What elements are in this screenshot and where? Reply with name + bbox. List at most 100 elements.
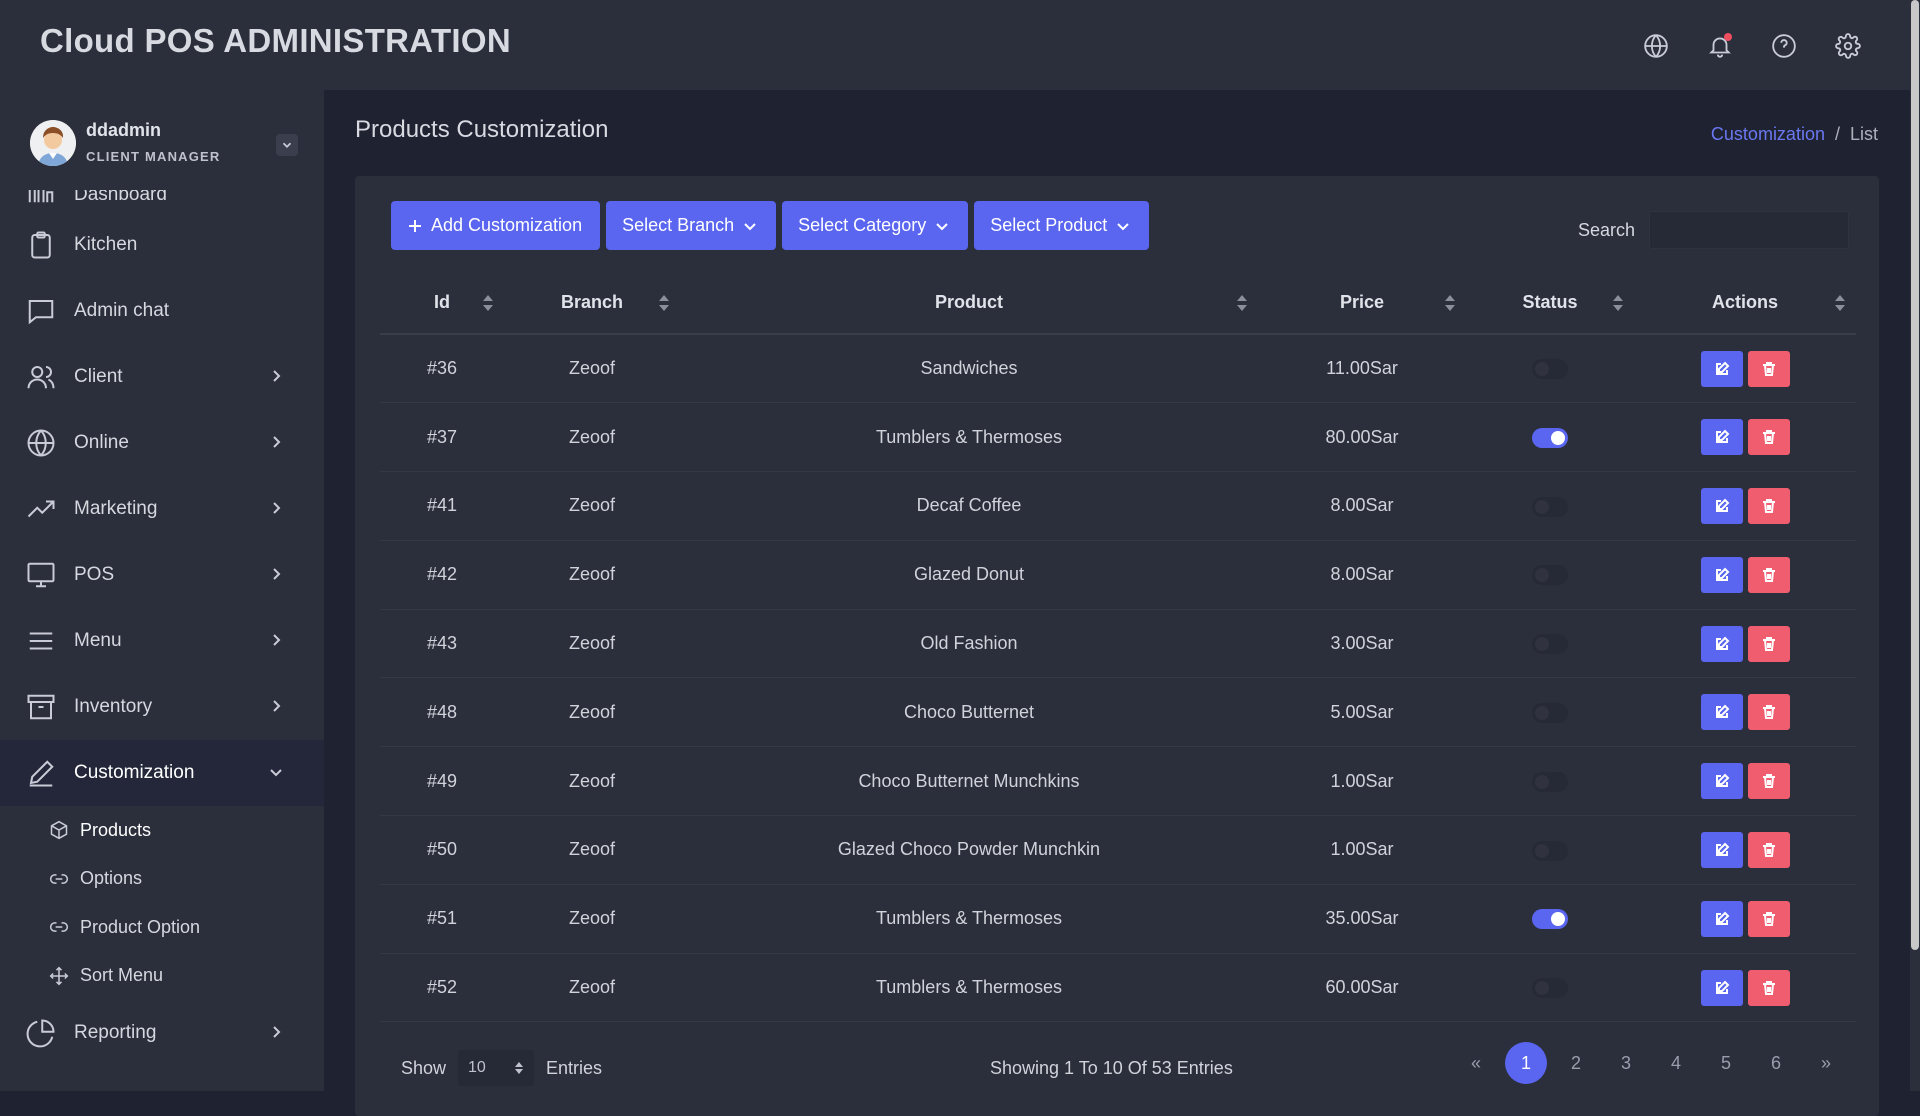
page-3-button[interactable]: 3 (1605, 1042, 1647, 1084)
chevron-down-icon (936, 222, 948, 230)
entries-select[interactable]: 10 (458, 1050, 535, 1086)
edit-button[interactable] (1700, 694, 1743, 731)
edit-button[interactable] (1700, 419, 1743, 456)
sidebar-item-menu[interactable]: Menu (0, 608, 324, 674)
sort-icon[interactable] (482, 294, 494, 312)
globe-icon[interactable] (1624, 26, 1688, 66)
add-customization-button[interactable]: Add Customization (391, 201, 601, 250)
status-toggle[interactable] (1532, 496, 1568, 517)
top-bar: Cloud POS ADMINISTRATION (0, 0, 1910, 90)
column-header-status[interactable]: Status (1466, 272, 1634, 335)
page-scrollbar[interactable] (1910, 0, 1920, 1091)
column-header-branch[interactable]: Branch (504, 272, 680, 335)
sidebar-item-reporting[interactable]: Reporting (0, 1000, 324, 1066)
status-toggle[interactable] (1532, 978, 1568, 999)
delete-button[interactable] (1747, 694, 1790, 731)
user-menu-toggle[interactable] (276, 134, 298, 156)
cell-actions (1634, 334, 1856, 404)
column-header-actions[interactable]: Actions (1634, 272, 1856, 335)
sort-icon[interactable] (658, 294, 670, 312)
chevron-down-icon (1117, 222, 1129, 230)
page-previous-button[interactable]: « (1455, 1042, 1497, 1084)
column-header-id[interactable]: Id (380, 272, 504, 335)
delete-button[interactable] (1747, 350, 1790, 387)
cell-branch: Zeoof (504, 746, 680, 817)
edit-button[interactable] (1700, 831, 1743, 868)
scrollbar-thumb[interactable] (1911, 0, 1919, 950)
sidebar-item-kitchen[interactable]: Kitchen (0, 212, 324, 278)
toggle-knob (1535, 774, 1549, 789)
sort-icon[interactable] (1236, 294, 1248, 312)
page-1-button[interactable]: 1 (1505, 1042, 1547, 1084)
sort-icon[interactable] (1612, 294, 1624, 312)
table-row: #36 Zeoof Sandwiches 11.00Sar (380, 334, 1856, 404)
status-toggle[interactable] (1532, 565, 1568, 586)
chevron-right-icon (268, 566, 284, 582)
sidebar-item-pos[interactable]: POS (0, 542, 324, 608)
page-next-button[interactable]: » (1805, 1042, 1847, 1084)
edit-button[interactable] (1700, 556, 1743, 593)
delete-button[interactable] (1747, 969, 1790, 1006)
showing-text: Showing 1 To 10 Of 53 Entries (990, 1058, 1233, 1078)
cube-icon (48, 819, 70, 841)
sidebar-item-client[interactable]: Client (0, 344, 324, 410)
status-toggle[interactable] (1532, 703, 1568, 723)
cell-actions (1634, 677, 1856, 748)
select-branch-dropdown[interactable]: Select Branch (606, 201, 777, 250)
status-toggle[interactable] (1532, 359, 1568, 380)
select-category-dropdown[interactable]: Select Category (782, 201, 969, 250)
edit-button[interactable] (1700, 763, 1743, 800)
edit-button[interactable] (1700, 625, 1743, 662)
delete-button[interactable] (1747, 419, 1790, 456)
select-product-dropdown[interactable]: Select Product (974, 201, 1150, 250)
delete-button[interactable] (1747, 556, 1790, 593)
delete-button[interactable] (1747, 625, 1790, 662)
sidebar-subitem-products[interactable]: Products (0, 806, 324, 855)
sidebar-item-admin-chat[interactable]: Admin chat (0, 278, 324, 344)
cell-status (1466, 953, 1634, 1023)
move-icon (48, 965, 70, 987)
help-icon[interactable] (1752, 26, 1816, 66)
sidebar-subitem-options[interactable]: Options (0, 855, 324, 904)
sidebar-item-inventory[interactable]: Inventory (0, 674, 324, 740)
gear-icon[interactable] (1816, 26, 1880, 66)
page-4-button[interactable]: 4 (1655, 1042, 1697, 1084)
delete-button[interactable] (1747, 487, 1790, 524)
chevron-right-icon (268, 434, 284, 450)
sidebar-item-marketing[interactable]: Marketing (0, 476, 324, 542)
cell-id: #41 (380, 471, 504, 541)
edit-button[interactable] (1700, 900, 1743, 937)
search-input[interactable] (1649, 211, 1849, 249)
column-header-label: Product (934, 292, 1003, 312)
delete-button[interactable] (1747, 763, 1790, 800)
chevron-down-icon (268, 764, 284, 780)
status-toggle[interactable] (1532, 909, 1568, 930)
status-toggle[interactable] (1532, 634, 1568, 655)
edit-button[interactable] (1700, 969, 1743, 1006)
column-header-product[interactable]: Product (680, 272, 1258, 335)
page-6-button[interactable]: 6 (1755, 1042, 1797, 1084)
cell-price: 60.00Sar (1258, 953, 1466, 1023)
delete-button[interactable] (1747, 900, 1790, 937)
page-2-button[interactable]: 2 (1555, 1042, 1597, 1084)
status-toggle[interactable] (1532, 427, 1568, 448)
toggle-knob (1535, 637, 1549, 652)
page-5-button[interactable]: 5 (1705, 1042, 1747, 1084)
sidebar-item-customization[interactable]: Customization (0, 740, 324, 806)
sidebar-item-online[interactable]: Online (0, 410, 324, 476)
edit-button[interactable] (1700, 350, 1743, 387)
sidebar-subitem-sort-menu[interactable]: Sort Menu (0, 952, 324, 1001)
breadcrumb-link[interactable]: Customization (1711, 124, 1825, 145)
cell-id: #36 (380, 334, 504, 404)
bell-icon[interactable] (1688, 26, 1752, 66)
sort-icon[interactable] (1834, 294, 1846, 312)
delete-button[interactable] (1747, 831, 1790, 868)
sidebar-subitem-product-option[interactable]: Product Option (0, 903, 324, 952)
status-toggle[interactable] (1532, 840, 1568, 861)
column-header-price[interactable]: Price (1258, 272, 1466, 335)
sort-icon[interactable] (1444, 294, 1456, 312)
cell-status (1466, 540, 1634, 610)
status-toggle[interactable] (1532, 771, 1568, 792)
cell-actions (1634, 884, 1856, 954)
edit-button[interactable] (1700, 487, 1743, 524)
